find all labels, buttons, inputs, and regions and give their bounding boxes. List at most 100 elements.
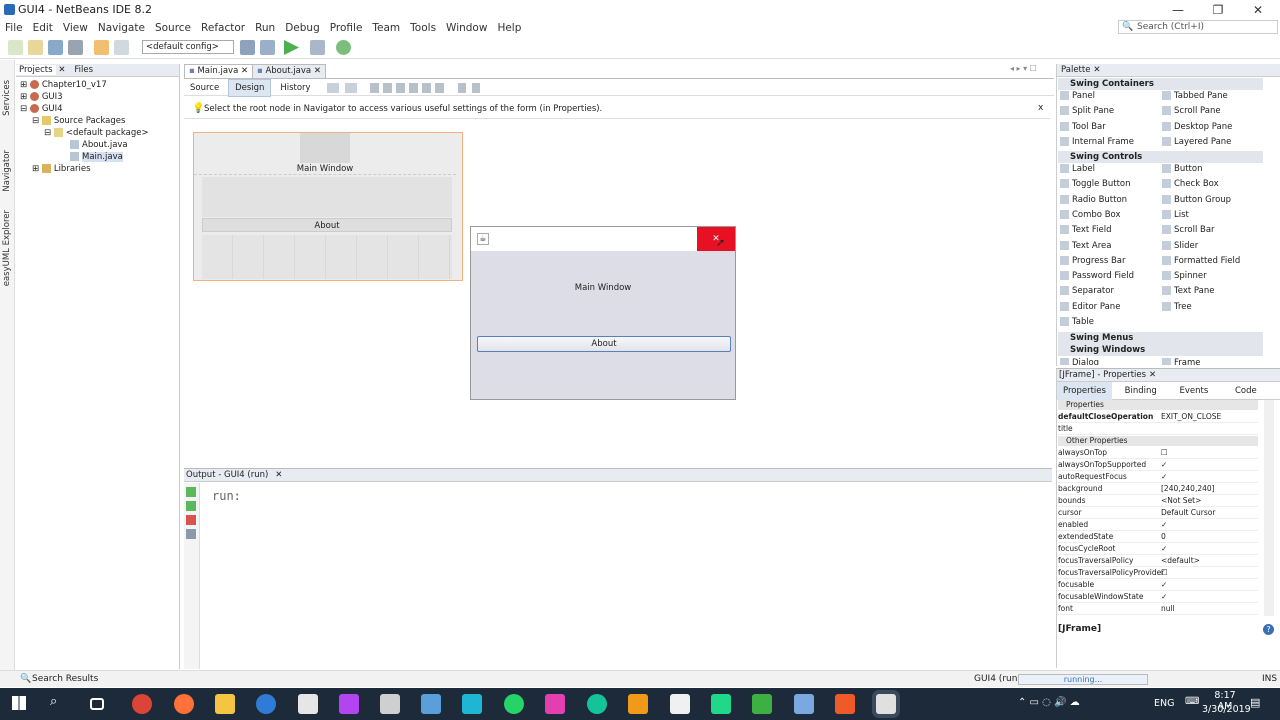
menu-navigate[interactable]: Navigate (93, 20, 150, 36)
palette-item-desktop-pane[interactable]: Desktop Pane (1162, 120, 1232, 135)
open-project-icon[interactable] (48, 40, 63, 55)
palette-item-formatted-field[interactable]: Formatted Field (1162, 254, 1240, 269)
group-properties[interactable]: Properties (1058, 400, 1258, 410)
palette-item-button[interactable]: Button (1162, 162, 1202, 177)
property-value[interactable]: EXIT_ON_CLOSE (1161, 411, 1221, 423)
editor-nav-arrows[interactable]: ◂ ▸ ▾ ☐ (1010, 64, 1037, 73)
menu-view[interactable]: View (58, 20, 93, 36)
virtualbox-icon[interactable] (794, 694, 814, 714)
palette-item-combo-box[interactable]: Combo Box (1060, 208, 1121, 223)
resize-icons[interactable] (458, 82, 481, 93)
property-value[interactable]: 0 (1161, 531, 1166, 543)
property-row-focustraversalpolicyprovider[interactable]: focusTraversalPolicyProvider ☐ (1058, 567, 1258, 579)
palette-item-progress-bar[interactable]: Progress Bar (1060, 254, 1126, 269)
palette-item-slider[interactable]: Slider (1162, 239, 1198, 254)
expand-icon[interactable]: ⊞ (20, 80, 27, 90)
property-row-defaultcloseoperation[interactable]: defaultCloseOperation EXIT_ON_CLOSE (1058, 411, 1258, 423)
app-icon-orange[interactable] (628, 694, 648, 714)
menu-profile[interactable]: Profile (325, 20, 368, 36)
tab-history[interactable]: History (274, 80, 316, 96)
section-swing-menus[interactable]: Swing Menus (1058, 332, 1263, 344)
property-value[interactable]: ✓ (1161, 459, 1167, 471)
palette-item-tool-bar[interactable]: Tool Bar (1060, 120, 1106, 135)
help-icon[interactable]: ? (1263, 624, 1274, 635)
preview-design-icon[interactable] (345, 82, 358, 93)
java-app-icon[interactable] (876, 694, 896, 714)
align-icons[interactable] (370, 82, 446, 93)
output-title[interactable]: Output - GUI4 (run) (184, 470, 268, 480)
property-row-autorequestfocus[interactable]: autoRequestFocus ✓ (1058, 471, 1258, 483)
palette-item-list[interactable]: List (1162, 208, 1189, 223)
property-row-focusablewindowstate[interactable]: focusableWindowState ✓ (1058, 591, 1258, 603)
property-row-enabled[interactable]: enabled ✓ (1058, 519, 1258, 531)
tab-design[interactable]: Design (228, 79, 272, 97)
config-select[interactable]: <default config> (142, 40, 234, 54)
section-swing-windows[interactable]: Swing Windows (1058, 344, 1263, 356)
close-window-button[interactable]: ✕ (1238, 0, 1278, 20)
services-tab[interactable]: Services (2, 80, 12, 116)
menu-tools[interactable]: Tools (405, 20, 441, 36)
clock-date[interactable]: 3/30/2019 (1202, 704, 1251, 715)
file-explorer-icon[interactable] (215, 694, 235, 714)
calculator-icon[interactable] (380, 694, 400, 714)
tree-item-about-java[interactable]: About.java (16, 139, 179, 151)
menu-refactor[interactable]: Refactor (196, 20, 250, 36)
properties-title[interactable]: [JFrame] - Properties (1057, 370, 1146, 380)
palette-item-separator[interactable]: Separator (1060, 284, 1114, 299)
properties-scrollbar[interactable] (1264, 400, 1274, 616)
property-value[interactable]: <Not Set> (1161, 495, 1201, 507)
start-icon[interactable] (12, 696, 26, 710)
form-label[interactable]: Main Window (194, 164, 456, 175)
menu-team[interactable]: Team (367, 20, 405, 36)
language-indicator[interactable]: ENG (1154, 698, 1174, 709)
property-row-bounds[interactable]: bounds <Not Set> (1058, 495, 1258, 507)
rerun-icon[interactable] (186, 487, 196, 497)
expand-icon[interactable]: ⊞ (20, 92, 27, 102)
close-hint-icon[interactable]: x (1038, 103, 1043, 113)
menu-debug[interactable]: Debug (280, 20, 325, 36)
mail-icon[interactable] (298, 694, 318, 714)
palette-item-editor-pane[interactable]: Editor Pane (1060, 300, 1120, 315)
undo-icon[interactable] (94, 40, 109, 55)
tree-item-default-package[interactable]: ⊟ <default package> (16, 127, 179, 139)
palette-item-tabbed-pane[interactable]: Tabbed Pane (1162, 89, 1228, 104)
property-row-focusable[interactable]: focusable ✓ (1058, 579, 1258, 591)
tab-about-java[interactable]: ▪ About.java ✕ (252, 64, 326, 78)
tree-item-chapter10[interactable]: ⊞ Chapter10_v17 (16, 79, 179, 91)
palette-item-internal-frame[interactable]: Internal Frame (1060, 135, 1134, 150)
chrome-icon[interactable] (132, 694, 152, 714)
navigator-tab[interactable]: Navigator (2, 150, 12, 192)
save-all-icon[interactable] (68, 40, 83, 55)
tree-item-libraries[interactable]: ⊞ Libraries (16, 163, 179, 175)
close-icon[interactable]: ✕ (58, 65, 65, 75)
property-row-extendedstate[interactable]: extendedState 0 (1058, 531, 1258, 543)
menu-window[interactable]: Window (441, 20, 492, 36)
search-taskbar-icon[interactable]: ⌕ (50, 694, 70, 714)
palette-item-dialog[interactable]: Dialog (1060, 356, 1099, 365)
property-value[interactable]: <default> (1161, 555, 1200, 567)
new-file-icon[interactable] (8, 40, 23, 55)
close-icon[interactable]: ✕ (1093, 65, 1100, 75)
palette-item-split-pane[interactable]: Split Pane (1060, 104, 1114, 119)
selection-mode-icon[interactable] (327, 82, 340, 93)
property-value[interactable]: ✓ (1161, 543, 1167, 555)
new-project-icon[interactable] (28, 40, 43, 55)
palette-item-tree[interactable]: Tree (1162, 300, 1192, 315)
build-icon[interactable] (240, 40, 255, 55)
collapse-icon[interactable]: ⊟ (32, 116, 39, 126)
property-value[interactable]: ✓ (1161, 591, 1167, 603)
keyboard-icon[interactable]: ⌨ (1185, 696, 1199, 707)
palette-item-password-field[interactable]: Password Field (1060, 269, 1134, 284)
property-value[interactable]: ✓ (1161, 519, 1167, 531)
app-icon-magenta[interactable] (545, 694, 565, 714)
settings-icon[interactable] (186, 529, 196, 539)
property-row-alwaysontop[interactable]: alwaysOnTop ☐ (1058, 447, 1258, 459)
palette-item-check-box[interactable]: Check Box (1162, 177, 1219, 192)
property-value[interactable]: ✓ (1161, 579, 1167, 591)
expand-icon[interactable]: ⊞ (32, 164, 39, 174)
tab-binding[interactable]: Binding (1115, 382, 1167, 400)
collapse-icon[interactable]: ⊟ (20, 104, 27, 114)
property-row-alwaysontopsupported[interactable]: alwaysOnTopSupported ✓ (1058, 459, 1258, 471)
palette-item-spinner[interactable]: Spinner (1162, 269, 1207, 284)
collapse-icon[interactable]: ⊟ (44, 128, 51, 138)
